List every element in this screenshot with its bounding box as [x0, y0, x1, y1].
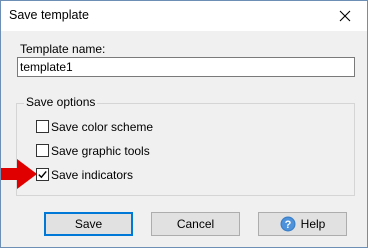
close-icon: [339, 10, 351, 22]
checkmark-icon: [38, 170, 47, 179]
checkbox-box[interactable]: [36, 120, 49, 133]
checkbox-label: Save indicators: [51, 168, 134, 182]
template-name-label: Template name:: [20, 42, 106, 56]
cancel-button-label: Cancel: [176, 217, 215, 231]
cancel-button[interactable]: Cancel: [151, 212, 240, 236]
template-name-input[interactable]: [17, 57, 355, 77]
help-button[interactable]: ? Help: [258, 212, 347, 236]
title-bar: Save template: [1, 1, 367, 31]
svg-text:?: ?: [284, 219, 291, 231]
close-button[interactable]: [323, 1, 367, 31]
checkbox-label: Save color scheme: [51, 120, 154, 134]
checkbox-box[interactable]: [36, 144, 49, 157]
save-options-label: Save options: [24, 95, 98, 109]
checkbox-box[interactable]: [36, 168, 49, 181]
arrow-right-icon: [1, 159, 37, 189]
checkbox-label: Save graphic tools: [51, 144, 150, 158]
save-button[interactable]: Save: [44, 212, 133, 236]
help-icon: ?: [280, 216, 296, 232]
save-button-label: Save: [74, 217, 103, 231]
help-button-label: Help: [300, 217, 326, 231]
window-title: Save template: [9, 8, 89, 22]
save-template-dialog: Save template Template name: Save option…: [0, 0, 368, 248]
